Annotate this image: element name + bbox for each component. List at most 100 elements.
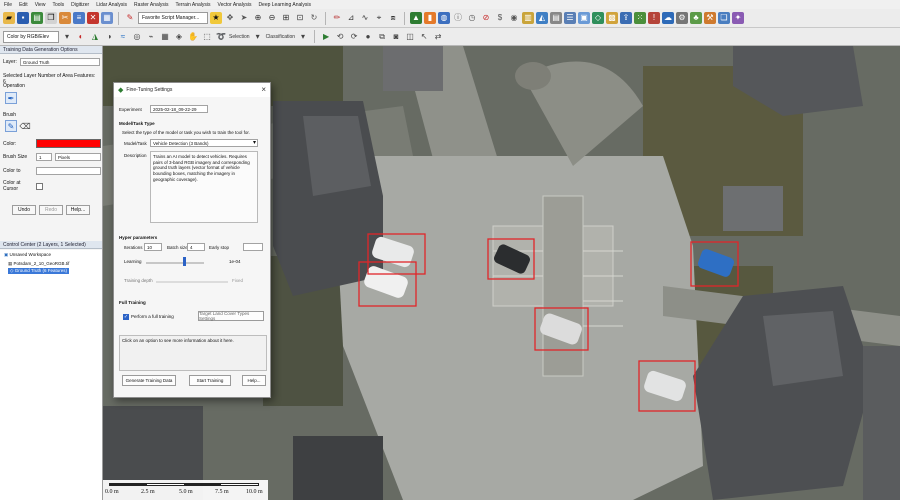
chevron-down-icon[interactable]: ▾ xyxy=(297,31,309,43)
start-training-button[interactable]: Start Training xyxy=(189,375,231,386)
zoom-out-icon[interactable]: ⊖ xyxy=(266,12,278,24)
shader-icon[interactable]: ◑ xyxy=(103,31,115,43)
lasso-icon[interactable]: ➰ xyxy=(215,31,227,43)
contour-icon[interactable]: ◎ xyxy=(131,31,143,43)
refresh-icon[interactable]: ↻ xyxy=(308,12,320,24)
measure-icon[interactable]: ⊿ xyxy=(345,12,357,24)
arrow-icon[interactable]: ➤ xyxy=(238,12,250,24)
ai-icon[interactable]: ✦ xyxy=(732,12,744,24)
lidar-icon[interactable]: ⁙ xyxy=(634,12,646,24)
brush-operation-icon[interactable]: ✒ xyxy=(5,92,17,104)
split-view-icon[interactable]: ◫ xyxy=(404,31,416,43)
menu-item-edit[interactable]: Edit xyxy=(19,2,28,8)
zoom-full-icon[interactable]: ⊡ xyxy=(294,12,306,24)
path-icon[interactable]: ∿ xyxy=(359,12,371,24)
layer-stack-icon[interactable]: ☰ xyxy=(564,12,576,24)
frame-icon[interactable]: ⧉ xyxy=(376,31,388,43)
hand-icon[interactable]: ✋ xyxy=(187,31,199,43)
cut-icon[interactable]: ✂ xyxy=(59,12,71,24)
grid-view-icon[interactable]: ▦ xyxy=(159,31,171,43)
close-layer-icon[interactable]: ✕ xyxy=(87,12,99,24)
elevation-icon[interactable]: ◮ xyxy=(89,31,101,43)
select-box-icon[interactable]: ⬚ xyxy=(201,31,213,43)
sync-icon[interactable]: ⇄ xyxy=(432,31,444,43)
star-icon[interactable]: ★ xyxy=(210,12,222,24)
water-icon[interactable]: ≈ xyxy=(117,31,129,43)
vector-icon[interactable]: ◇ xyxy=(592,12,604,24)
globe-icon[interactable]: ◍ xyxy=(438,12,450,24)
menu-item-raster-analysis[interactable]: Raster Analysis xyxy=(134,2,168,8)
save-icon[interactable]: ▪ xyxy=(17,12,29,24)
layers-icon[interactable]: ≡ xyxy=(73,12,85,24)
layer-select[interactable]: Ground Truth xyxy=(19,58,100,66)
menu-item-tools[interactable]: Tools xyxy=(52,2,64,8)
paint-brush-icon[interactable]: ✎ xyxy=(5,120,17,132)
color-swatch[interactable] xyxy=(36,139,101,148)
3d-view-icon[interactable]: ◈ xyxy=(173,31,185,43)
batch-size-input[interactable]: 4 xyxy=(187,243,205,251)
open-folder-icon[interactable]: ▰ xyxy=(3,12,15,24)
menu-item-terrain-analysis[interactable]: Terrain Analysis xyxy=(176,2,211,8)
no-entry-icon[interactable]: ⊘ xyxy=(480,12,492,24)
early-stop-input[interactable] xyxy=(243,243,263,251)
terrain-icon[interactable]: ◭ xyxy=(536,12,548,24)
generate-training-data-button[interactable]: Generate Training Data xyxy=(122,375,176,386)
settings-icon[interactable]: ⚙ xyxy=(676,12,688,24)
print-icon[interactable]: ▤ xyxy=(31,12,43,24)
model-task-select[interactable]: Vehicle Detection (3 Bands) xyxy=(150,139,258,147)
timer-icon[interactable]: ◷ xyxy=(466,12,478,24)
stats-icon[interactable]: ▤ xyxy=(550,12,562,24)
play-icon[interactable]: ▶ xyxy=(320,31,332,43)
chart-bars-icon[interactable]: ▥ xyxy=(522,12,534,24)
raster-icon[interactable]: ▩ xyxy=(606,12,618,24)
full-training-checkbox[interactable]: ✓ xyxy=(123,314,129,320)
record-icon[interactable]: ● xyxy=(362,31,374,43)
dollar-icon[interactable]: $ xyxy=(494,12,506,24)
learning-slider-track[interactable] xyxy=(146,262,204,264)
learning-slider-thumb[interactable] xyxy=(183,257,186,266)
classification-menu-label[interactable]: Classification xyxy=(266,34,295,40)
favorite-script-combo[interactable]: Favorite Script Manager... xyxy=(138,12,208,24)
undo-button[interactable]: Undo xyxy=(12,205,36,215)
color-at-cursor-checkbox[interactable] xyxy=(36,182,43,190)
menu-item-lidar-analysis[interactable]: Lidar Analysis xyxy=(96,2,127,8)
rewind-icon[interactable]: ⟲ xyxy=(334,31,346,43)
eraser-icon[interactable]: ⌫ xyxy=(19,120,31,132)
menu-item-vector-analysis[interactable]: Vector Analysis xyxy=(218,2,252,8)
menu-item-file[interactable]: File xyxy=(4,2,12,8)
target-land-cover-button[interactable]: Target Land Cover Types Settings xyxy=(198,311,264,321)
dialog-titlebar[interactable]: ◆ Fine-Tuning Settings xyxy=(114,83,270,97)
map-icon[interactable]: ▲ xyxy=(410,12,422,24)
pan-icon[interactable]: ✥ xyxy=(224,12,236,24)
screen-icon[interactable]: ▣ xyxy=(578,12,590,24)
profile-icon[interactable]: ⌁ xyxy=(145,31,157,43)
brush-size-input[interactable]: 1 xyxy=(36,153,52,161)
color-by-combo[interactable]: Color by RGB/Elev xyxy=(3,30,59,43)
brush-units-select[interactable]: Pixels xyxy=(55,153,101,161)
grid-icon[interactable]: ▦ xyxy=(101,12,113,24)
palette-icon[interactable]: ◐ xyxy=(75,31,87,43)
tree-icon[interactable]: ♣ xyxy=(690,12,702,24)
redo-button[interactable]: Redo xyxy=(39,205,63,215)
map-pin-icon[interactable]: ◉ xyxy=(508,12,520,24)
chevron-down-icon[interactable]: ▾ xyxy=(252,31,264,43)
menu-item-deep-learning-analysis[interactable]: Deep Learning Analysis xyxy=(258,2,311,8)
iterations-input[interactable]: 10 xyxy=(144,243,162,251)
dropdown-icon[interactable]: ▾ xyxy=(61,31,73,43)
experiment-input[interactable]: 2025-02-18_09-22-29 xyxy=(150,105,208,113)
workspace-item[interactable]: ▣ Unsaved Workspace xyxy=(4,252,51,258)
zoom-in-icon[interactable]: ⊕ xyxy=(252,12,264,24)
digitize-icon[interactable]: ⌖ xyxy=(373,12,385,24)
selection-menu-label[interactable]: Selection xyxy=(229,34,250,40)
zoom-box-icon[interactable]: ⊞ xyxy=(280,12,292,24)
alert-icon[interactable]: ! xyxy=(648,12,660,24)
copy-icon[interactable]: ❐ xyxy=(45,12,57,24)
layer-item-ground-truth[interactable]: ◇ Ground Truth (6 Features) xyxy=(8,268,70,274)
info-icon[interactable]: ⓘ xyxy=(452,12,464,24)
cloud-icon[interactable]: ☁ xyxy=(662,12,674,24)
export-icon[interactable]: ⇪ xyxy=(620,12,632,24)
pencil-icon[interactable]: ✏ xyxy=(331,12,343,24)
capture-icon[interactable]: ⧈ xyxy=(387,12,399,24)
window-icon[interactable]: ❏ xyxy=(718,12,730,24)
camera-icon[interactable]: ◙ xyxy=(390,31,402,43)
